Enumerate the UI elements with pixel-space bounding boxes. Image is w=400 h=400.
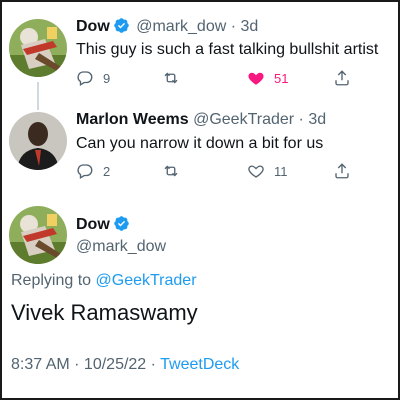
tweet2-handle[interactable]: @GeekTrader (193, 111, 294, 128)
main-tweet-text: Vivek Ramaswamy (11, 300, 198, 325)
tweet2-time[interactable]: 3d (308, 111, 326, 128)
tweet1-like-count: 51 (274, 70, 289, 86)
heart-icon (248, 165, 264, 178)
tweet1-time-separator: · (230, 18, 237, 35)
main-tweet-source-link[interactable]: TweetDeck (160, 356, 239, 373)
tweet2-like-button[interactable]: 11 (247, 162, 288, 180)
main-tweet-timestamp[interactable]: 8:37 AM · 10/25/22 · (11, 356, 156, 373)
screenshot-frame: Dow @mark_dow · 3d This guy is such a fa… (0, 0, 400, 400)
avatar-image (9, 19, 67, 77)
thread-connector-line (37, 82, 39, 110)
share-icon (335, 163, 349, 179)
avatar-marlon-weems[interactable] (9, 112, 67, 170)
tweet2-reply-count: 2 (103, 163, 111, 179)
tweet2-actions: 2 11 (76, 162, 356, 182)
tweet1-text: This guy is such a fast talking bullshit… (76, 41, 379, 58)
tweet2-author-name[interactable]: Marlon Weems (76, 111, 189, 128)
avatar-image (9, 206, 67, 264)
main-tweet-author: Dow (76, 215, 132, 234)
verified-badge-icon (113, 215, 130, 232)
main-tweet-author-name[interactable]: Dow (76, 216, 110, 233)
avatar-image (9, 112, 67, 170)
tweet2-reply-button[interactable]: 2 (76, 162, 110, 180)
tweet2-like-count: 11 (274, 163, 288, 179)
share-icon (335, 70, 349, 86)
tweet1-author-name[interactable]: Dow (76, 18, 110, 35)
tweet1-header: Dow @mark_dow · 3d (76, 17, 258, 36)
reply-icon (77, 71, 93, 86)
avatar-dow-main[interactable] (9, 206, 67, 264)
tweet1-reply-button[interactable]: 9 (76, 69, 110, 87)
tweet1-actions: 9 51 (76, 69, 356, 89)
tweet2-share-button[interactable] (333, 162, 351, 180)
tweet1-like-button[interactable]: 51 (247, 69, 288, 87)
tweet1-share-button[interactable] (333, 69, 351, 87)
main-tweet-handle[interactable]: @mark_dow (76, 238, 166, 256)
verified-badge-icon (113, 17, 130, 34)
tweet2-retweet-button[interactable] (162, 162, 180, 180)
replying-to-line: Replying to @GeekTrader (11, 272, 197, 290)
tweet2-time-separator: · (298, 111, 304, 128)
tweet2-text: Can you narrow it down a bit for us (76, 135, 324, 152)
replying-to-handle-link[interactable]: @GeekTrader (96, 272, 197, 289)
retweet-icon (164, 165, 178, 177)
avatar-dow[interactable] (9, 19, 67, 77)
tweet2-header: Marlon Weems @GeekTrader · 3d (76, 111, 326, 129)
tweet1-retweet-button[interactable] (162, 69, 180, 87)
tweet1-reply-count: 9 (103, 70, 111, 86)
replying-to-label: Replying to (11, 272, 92, 289)
tweet1-time[interactable]: 3d (241, 18, 259, 35)
heart-icon (248, 72, 264, 85)
tweet1-handle[interactable]: @mark_dow (136, 18, 226, 35)
reply-icon (77, 164, 93, 179)
retweet-icon (164, 72, 178, 84)
main-tweet-footer: 8:37 AM · 10/25/22 · TweetDeck (11, 356, 239, 374)
